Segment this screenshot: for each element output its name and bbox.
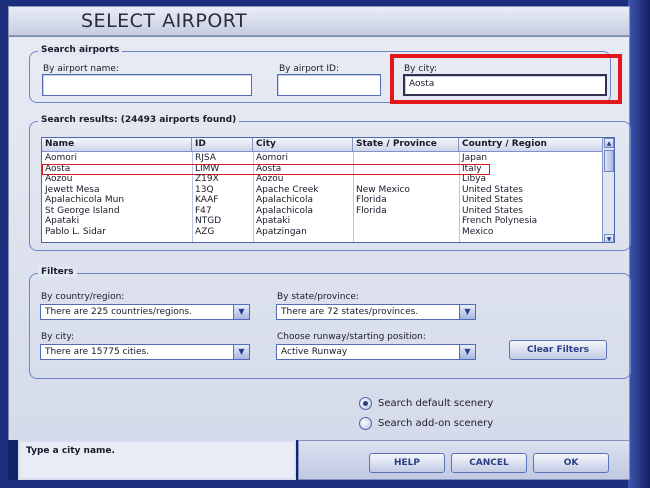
results-scrollbar[interactable]: ▲ ▼ xyxy=(602,138,614,242)
country-filter-value: There are 225 countries/regions. xyxy=(45,307,192,317)
table-header: Name ID City State / Province Country / … xyxy=(42,138,614,152)
country-filter-label: By country/region: xyxy=(41,292,125,302)
column-header-state[interactable]: State / Province xyxy=(353,138,459,152)
addon-scenery-radio[interactable] xyxy=(359,417,372,430)
help-button[interactable]: HELP xyxy=(369,453,445,473)
chevron-down-icon[interactable]: ▼ xyxy=(233,345,249,359)
cell-state: Florida xyxy=(356,205,387,216)
cancel-button[interactable]: CANCEL xyxy=(451,453,527,473)
column-header-country[interactable]: Country / Region xyxy=(459,138,604,152)
cell-name: Jewett Mesa xyxy=(45,184,100,195)
column-header-city[interactable]: City xyxy=(253,138,353,152)
title-bar: SELECT AIRPORT xyxy=(8,6,630,36)
cell-country: Japan xyxy=(462,153,488,163)
cell-city: Apalachicola xyxy=(256,195,314,205)
cell-name: Pablo L. Sidar xyxy=(45,226,106,237)
table-row[interactable]: Apataki NTGD Apataki French Polynesia xyxy=(42,216,614,227)
cell-city: Apataki xyxy=(256,216,291,226)
airport-name-input[interactable] xyxy=(42,74,252,96)
scroll-thumb[interactable] xyxy=(604,150,614,172)
city-filter-label: By city: xyxy=(41,332,75,342)
default-scenery-radio[interactable] xyxy=(359,397,372,410)
cell-city: Aozou xyxy=(256,174,284,184)
cell-country: United States xyxy=(462,184,523,195)
chevron-down-icon[interactable]: ▼ xyxy=(233,305,249,319)
button-bar: HELP CANCEL OK xyxy=(298,440,630,480)
status-hint-box: Type a city name. xyxy=(18,440,296,480)
window-edge xyxy=(628,0,650,488)
city-filter-value: There are 15775 cities. xyxy=(45,347,150,357)
cell-country: United States xyxy=(462,195,523,205)
table-row[interactable]: Pablo L. Sidar AZG Apatzingan Mexico xyxy=(42,226,614,238)
cell-country: United States xyxy=(462,205,523,216)
cell-city: Apalachicola xyxy=(256,205,314,216)
cell-id: NTGD xyxy=(195,216,222,226)
column-header-name[interactable]: Name xyxy=(42,138,192,152)
state-filter-dropdown[interactable]: There are 72 states/provinces. ▼ xyxy=(276,304,476,320)
airport-name-label: By airport name: xyxy=(43,64,119,74)
column-header-id[interactable]: ID xyxy=(192,138,253,152)
main-panel: Search airports By airport name: By airp… xyxy=(8,36,631,476)
status-hint-text: Type a city name. xyxy=(26,446,115,456)
radio-selected-dot xyxy=(363,401,368,406)
city-input-highlight xyxy=(390,54,622,104)
cell-city: Aomori xyxy=(256,153,288,163)
cell-state: Florida xyxy=(356,195,387,205)
addon-scenery-label[interactable]: Search add-on scenery xyxy=(378,418,493,429)
cell-city: Apache Creek xyxy=(256,184,319,195)
search-airports-label: Search airports xyxy=(38,45,123,55)
chevron-down-icon[interactable]: ▼ xyxy=(459,305,475,319)
cell-id: 13Q xyxy=(195,184,214,195)
cell-name: Apalachicola Mun xyxy=(45,195,125,205)
table-row[interactable]: Aomori RJSA Aomori Japan xyxy=(42,153,614,164)
cell-state: New Mexico xyxy=(356,184,410,195)
airport-id-input[interactable] xyxy=(277,74,381,96)
airport-id-label: By airport ID: xyxy=(279,64,340,74)
chevron-down-icon[interactable]: ▼ xyxy=(459,345,475,359)
scroll-up-icon[interactable]: ▲ xyxy=(604,138,614,148)
table-row[interactable]: Apalachicola Mun KAAF Apalachicola Florida U… xyxy=(42,195,614,206)
ok-button[interactable]: OK xyxy=(533,453,609,473)
table-row[interactable]: Aosta LIMW Aosta Italy xyxy=(42,163,614,175)
selected-row-highlight xyxy=(42,163,490,175)
cell-id: RJSA xyxy=(195,153,216,163)
results-table[interactable]: Name ID City State / Province Country / … xyxy=(41,137,615,243)
filters-label: Filters xyxy=(38,267,77,277)
runway-value: Active Runway xyxy=(281,347,348,357)
filters-group: Filters xyxy=(29,267,631,379)
state-filter-label: By state/province: xyxy=(277,292,359,302)
table-row[interactable]: Aozou Z19X Aozou Libya xyxy=(42,174,614,185)
cell-id: F47 xyxy=(195,205,212,216)
table-row[interactable]: Jewett Mesa 13Q Apache Creek New Mexico Unit… xyxy=(42,184,614,196)
default-scenery-label[interactable]: Search default scenery xyxy=(378,398,493,409)
cell-name: St George Island xyxy=(45,205,120,216)
table-row[interactable]: St George Island F47 Apalachicola Florida Un… xyxy=(42,205,614,217)
scroll-down-icon[interactable]: ▼ xyxy=(604,234,614,242)
cell-country: French Polynesia xyxy=(462,216,538,226)
cell-country: Libya xyxy=(462,174,487,184)
cell-country: Mexico xyxy=(462,226,494,237)
cell-city: Apatzingan xyxy=(256,226,307,237)
cell-id: AZG xyxy=(195,226,215,237)
cell-id: KAAF xyxy=(195,195,219,205)
cell-id: Z19X xyxy=(195,174,219,184)
runway-dropdown[interactable]: Active Runway ▼ xyxy=(276,344,476,360)
cell-name: Aozou xyxy=(45,174,73,184)
cell-name: Apataki xyxy=(45,216,80,226)
clear-filters-button[interactable]: Clear Filters xyxy=(509,340,607,360)
runway-label: Choose runway/starting position: xyxy=(277,332,426,342)
search-results-label: Search results: (24493 airports found) xyxy=(38,115,240,125)
window-title: SELECT AIRPORT xyxy=(81,10,248,32)
state-filter-value: There are 72 states/provinces. xyxy=(281,307,419,317)
cell-name: Aomori xyxy=(45,153,77,163)
city-filter-dropdown[interactable]: There are 15775 cities. ▼ xyxy=(40,344,250,360)
country-filter-dropdown[interactable]: There are 225 countries/regions. ▼ xyxy=(40,304,250,320)
